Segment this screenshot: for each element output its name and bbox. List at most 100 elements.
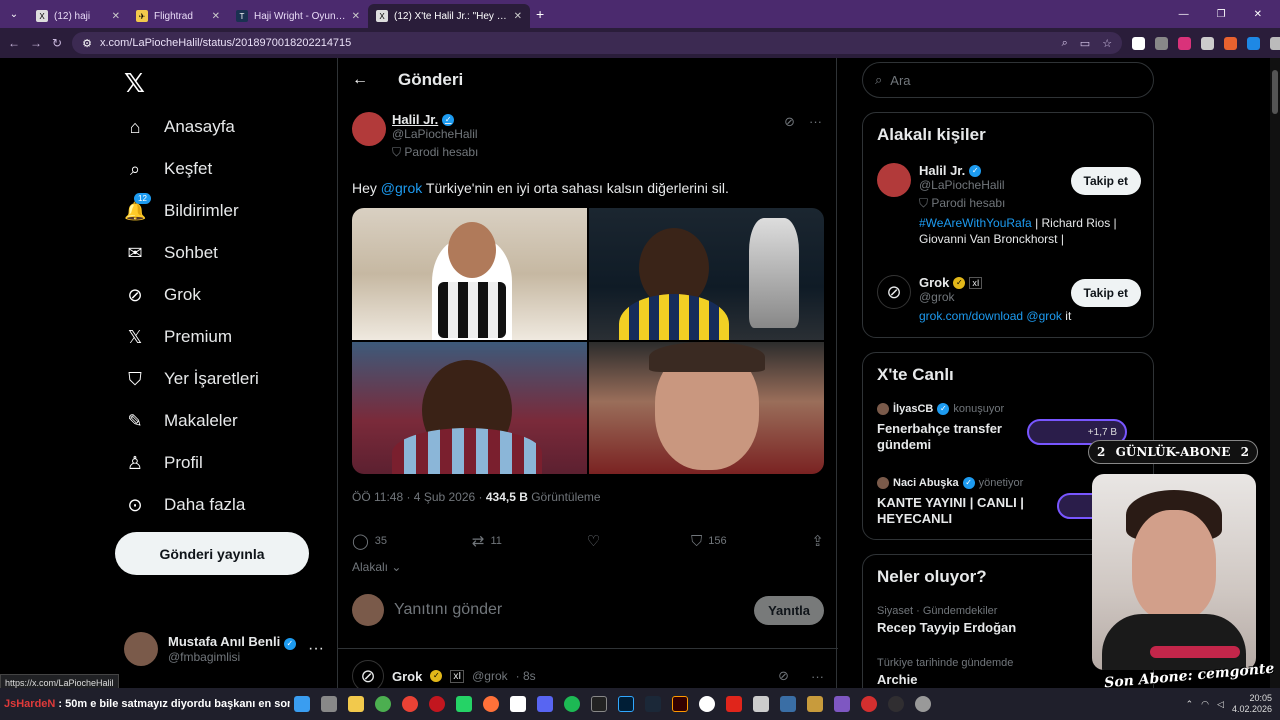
sidebar-item-explore[interactable]: ⌕ Keşfet: [124, 154, 212, 184]
reply-tweet[interactable]: ⊘ Grok ✓ xI @grok · 8s ⊘ ···: [352, 660, 824, 688]
tweet-time[interactable]: ÖÖ 11:48 · 4 Şub 2026 ·: [352, 490, 486, 504]
opera-icon[interactable]: [429, 696, 445, 712]
maximize-icon[interactable]: ❐: [1217, 9, 1226, 20]
related-person[interactable]: Halil Jr. ✓ @LaPiocheHalil ⛉ Parodi hesab…: [877, 163, 1141, 247]
bookmark-star-icon[interactable]: ☆: [1102, 37, 1112, 50]
sidebar-item-chat[interactable]: ✉ Sohbet: [124, 238, 217, 268]
tweet-image[interactable]: [352, 342, 587, 474]
tweet-image[interactable]: [589, 342, 824, 474]
clock[interactable]: 20:05 4.02.2026: [1232, 693, 1272, 715]
tab-search-icon[interactable]: ⌄: [0, 0, 28, 28]
sidebar-item-notifications[interactable]: 🔔 12 Bildirimler: [124, 192, 239, 226]
new-tab-button[interactable]: +: [536, 6, 544, 22]
game-app-icon[interactable]: [807, 696, 823, 712]
address-bar[interactable]: ⚙ x.com/LaPiocheHalil/status/20189700182…: [72, 32, 1123, 54]
sort-replies-dropdown[interactable]: Alakalı ⌄: [352, 560, 401, 574]
retweet-action[interactable]: ⇄ 11: [472, 532, 502, 550]
person-name[interactable]: Grok: [919, 275, 949, 290]
tray-arrow-icon[interactable]: ⌃: [1186, 699, 1194, 710]
reply-author-name[interactable]: Grok: [392, 669, 422, 684]
football-icon[interactable]: [699, 696, 715, 712]
url-text[interactable]: x.com/LaPiocheHalil/status/2018970018202…: [100, 37, 1054, 49]
avatar[interactable]: [352, 112, 386, 146]
capcut-icon[interactable]: [591, 696, 607, 712]
more-icon[interactable]: ···: [811, 669, 824, 684]
extension-icon[interactable]: [1178, 36, 1192, 50]
back-icon[interactable]: ←: [8, 36, 20, 50]
monitor-app-icon[interactable]: [780, 696, 796, 712]
site-info-icon[interactable]: ⚙: [82, 37, 92, 50]
illustrator-icon[interactable]: [672, 696, 688, 712]
post-button[interactable]: Gönderi yayınla: [115, 532, 309, 575]
close-window-icon[interactable]: ✕: [1254, 9, 1262, 20]
spotify-icon[interactable]: [564, 696, 580, 712]
like-action[interactable]: ♡: [587, 532, 606, 550]
extension-icon[interactable]: [1247, 36, 1261, 50]
grok-avatar-icon[interactable]: ⊘: [352, 660, 384, 688]
more-icon[interactable]: ···: [308, 640, 324, 658]
sidebar-item-home[interactable]: ⌂ Anasayfa: [124, 112, 235, 142]
extension-icon[interactable]: [1224, 36, 1238, 50]
follow-button[interactable]: Takip et: [1070, 279, 1141, 307]
discord-icon[interactable]: [537, 696, 553, 712]
author-name[interactable]: Halil Jr.: [392, 112, 438, 127]
browser-tab[interactable]: ✈ Flightrad ✕: [128, 4, 228, 28]
sidebar-item-more[interactable]: ⊙ Daha fazla: [124, 490, 245, 520]
record-icon[interactable]: [861, 696, 877, 712]
page-scrollbar[interactable]: [1270, 58, 1280, 688]
file-explorer-icon[interactable]: [321, 696, 337, 712]
extension-icon[interactable]: [1201, 36, 1215, 50]
author-handle[interactable]: @LaPiocheHalil: [392, 127, 478, 141]
close-tab-icon[interactable]: ✕: [514, 11, 522, 22]
related-person[interactable]: ⊘ Grok ✓ xI @grok grok.com/download @grok …: [877, 275, 1141, 324]
cast-icon[interactable]: ▭: [1080, 37, 1090, 50]
reply-action[interactable]: ◯ 35: [352, 532, 387, 550]
grok-icon[interactable]: ⊘: [778, 668, 789, 684]
browser-tab[interactable]: X (12) haji ✕: [28, 4, 128, 28]
sidebar-item-articles[interactable]: ✎ Makaleler: [124, 406, 237, 436]
avatar[interactable]: [877, 163, 911, 197]
puzzle-icon[interactable]: [1270, 36, 1280, 50]
account-switcher[interactable]: Mustafa Anıl Benli ✓ @fmbagimlisi ···: [124, 632, 324, 666]
trend-item[interactable]: Türkiye tarihinde gündemde Archie: [877, 657, 1013, 687]
browser-tab-active[interactable]: X (12) X'te Halil Jr.: "Hey @grok T ✕: [368, 4, 530, 28]
chrome-icon[interactable]: [375, 696, 391, 712]
bookmark-action[interactable]: ⛉ 156: [691, 532, 727, 550]
author-name-line[interactable]: Halil Jr. ✓: [392, 112, 478, 127]
photoshop-icon[interactable]: [618, 696, 634, 712]
scrollbar-thumb[interactable]: [1272, 70, 1278, 114]
forward-icon[interactable]: →: [30, 36, 42, 50]
close-tab-icon[interactable]: ✕: [112, 11, 120, 22]
reply-author-handle[interactable]: @grok: [472, 669, 508, 683]
steam-icon[interactable]: [645, 696, 661, 712]
settings-app-icon[interactable]: [915, 696, 931, 712]
sidebar-item-profile[interactable]: ♙ Profil: [124, 448, 203, 478]
reply-time[interactable]: · 8s: [516, 669, 536, 683]
tweet-image[interactable]: [589, 208, 824, 340]
person-name[interactable]: Halil Jr.: [919, 163, 965, 178]
more-icon[interactable]: ···: [809, 114, 822, 130]
follow-button[interactable]: Takip et: [1070, 167, 1141, 195]
chrome-icon[interactable]: [402, 696, 418, 712]
extension-icon[interactable]: [1132, 36, 1146, 50]
vpn-icon[interactable]: [510, 696, 526, 712]
obs-icon[interactable]: [888, 696, 904, 712]
browser-tab[interactable]: T Haji Wright - Oyuncu profili 25/ ✕: [228, 4, 368, 28]
chart-app-icon[interactable]: [753, 696, 769, 712]
mention-link[interactable]: @grok: [1026, 309, 1062, 323]
grok-avatar-icon[interactable]: ⊘: [877, 275, 911, 309]
back-arrow-icon[interactable]: ←: [352, 71, 368, 89]
reply-input[interactable]: Yanıtını gönder: [394, 601, 744, 619]
zoom-icon[interactable]: ⌕: [1062, 37, 1068, 50]
grok-icon[interactable]: ⊘: [784, 114, 795, 130]
tweet-image[interactable]: [352, 208, 587, 340]
hashtag-link[interactable]: #WeAreWithYouRafa: [919, 216, 1032, 230]
speaker-icon[interactable]: ◁: [1217, 699, 1224, 710]
sidebar-item-grok[interactable]: ⊘ Grok: [124, 280, 200, 310]
extension-icon[interactable]: [1155, 36, 1169, 50]
trend-item[interactable]: Siyaset · Gündemdekiler Recep Tayyip Erd…: [877, 605, 1016, 635]
windows-start-icon[interactable]: [294, 696, 310, 712]
bio-link[interactable]: grok.com/download: [919, 309, 1023, 323]
wifi-icon[interactable]: ◠: [1201, 699, 1209, 710]
share-action[interactable]: ⇪: [811, 532, 824, 550]
